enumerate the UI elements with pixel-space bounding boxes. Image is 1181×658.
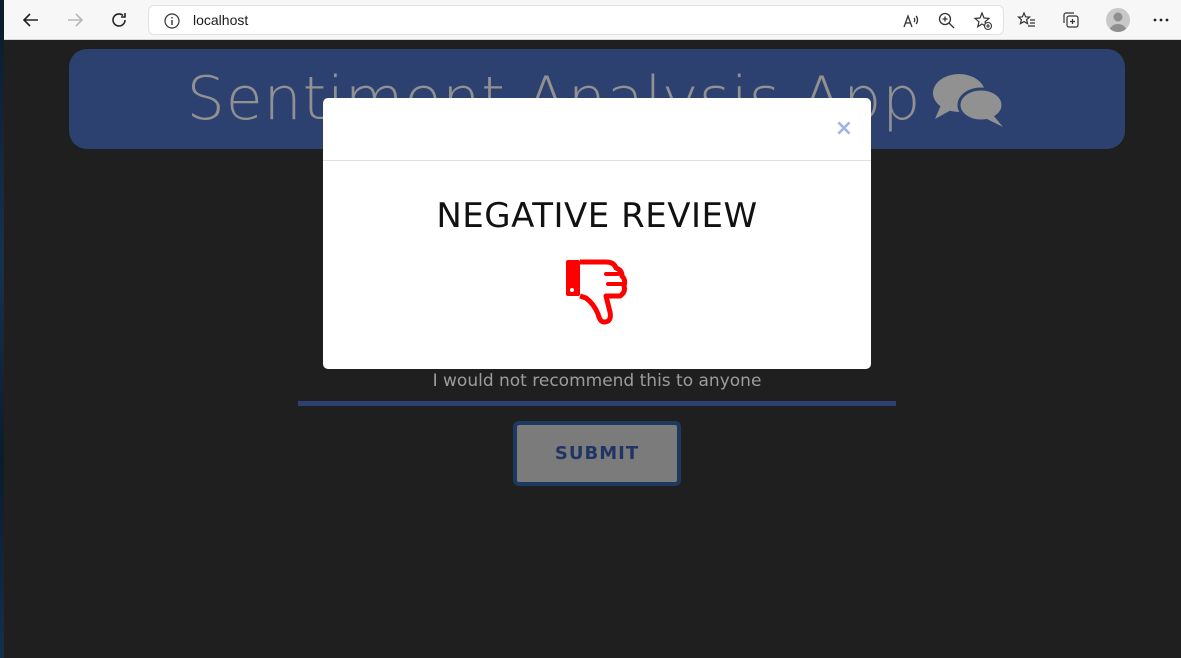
zoom-button[interactable] — [937, 11, 957, 31]
result-modal: × NEGATIVE REVIEW — [323, 98, 871, 369]
thumbs-down-icon — [566, 259, 628, 325]
more-button[interactable] — [1146, 6, 1176, 34]
refresh-icon — [112, 13, 126, 27]
info-icon[interactable] — [163, 12, 181, 30]
address-bar[interactable]: localhost — [148, 5, 1004, 35]
zoom-icon — [938, 12, 955, 29]
url-text[interactable]: localhost — [193, 12, 248, 28]
forward-icon — [68, 13, 84, 27]
collections-button[interactable] — [1056, 6, 1086, 34]
desktop-edge — [0, 0, 4, 658]
back-icon — [22, 13, 38, 27]
favorites-button[interactable] — [1012, 6, 1042, 34]
close-button[interactable]: × — [833, 116, 855, 142]
forward-button[interactable] — [60, 6, 90, 34]
refresh-button[interactable] — [104, 6, 134, 34]
modal-header: × — [323, 98, 871, 161]
more-icon — [1153, 18, 1169, 22]
collections-icon — [1063, 12, 1079, 28]
browser-toolbar: localhost — [4, 0, 1181, 40]
back-button[interactable] — [16, 6, 46, 34]
favorites-icon — [1017, 11, 1035, 27]
read-aloud-icon — [903, 14, 919, 28]
add-favorite-icon — [973, 11, 993, 31]
result-title: NEGATIVE REVIEW — [436, 196, 758, 236]
read-aloud-button[interactable] — [901, 11, 921, 31]
profile-button[interactable] — [1106, 8, 1130, 32]
profile-icon — [1109, 12, 1127, 32]
add-favorite-button[interactable] — [973, 11, 993, 31]
